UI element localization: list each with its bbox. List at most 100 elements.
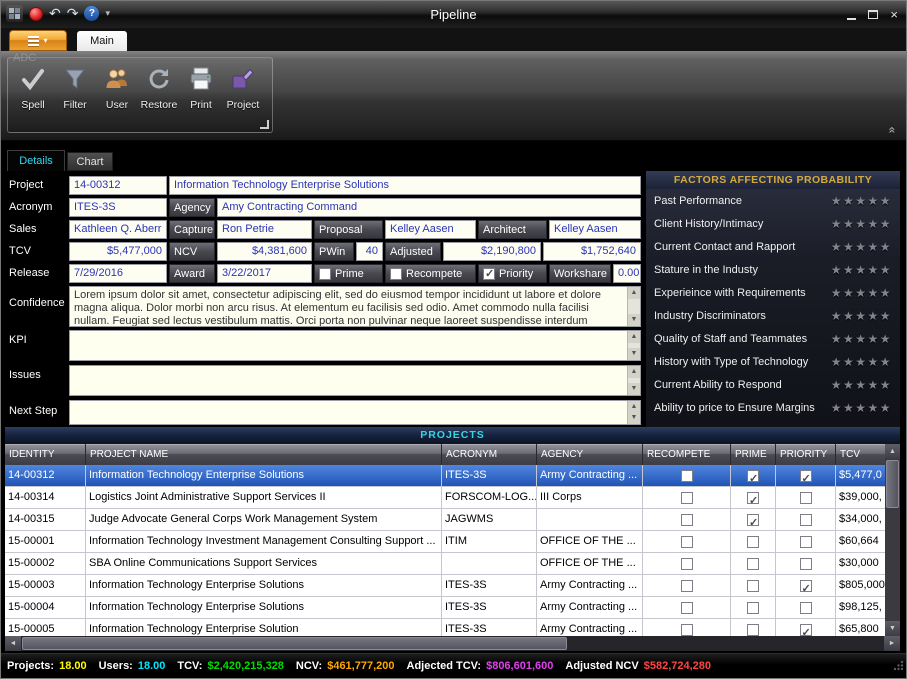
scroll-left-icon[interactable]: ◄	[5, 636, 21, 651]
table-row[interactable]: 15-00004 Information Technology Enterpri…	[5, 597, 885, 619]
workshare-field[interactable]: 0.00	[613, 264, 641, 283]
scroll-up-icon[interactable]: ▲	[628, 331, 640, 343]
kpi-textarea[interactable]: ▲▼	[69, 330, 641, 361]
column-header-tcv[interactable]: TCV	[836, 444, 885, 465]
priority-checkbox[interactable]	[800, 602, 812, 614]
star-rating[interactable]: ★★★★★	[831, 355, 892, 369]
confidence-scrollbar[interactable]: ▲▼	[627, 287, 640, 326]
scroll-up-icon[interactable]: ▲	[628, 366, 640, 378]
tcv-field[interactable]: $5,477,000	[69, 242, 167, 261]
ribbon-collapse-icon[interactable]: «	[887, 127, 899, 134]
project-name-field[interactable]: Information Technology Enterprise Soluti…	[169, 176, 641, 195]
table-row[interactable]: 14-00312 Information Technology Enterpri…	[5, 465, 885, 487]
ncv-field[interactable]: $4,381,600	[217, 242, 312, 261]
tab-details[interactable]: Details	[7, 150, 65, 171]
scroll-down-icon[interactable]: ▼	[885, 621, 900, 636]
print-button[interactable]: Print	[180, 61, 222, 129]
proposal-field[interactable]: Kelley Aasen	[385, 220, 476, 239]
recompete-checkbox[interactable]	[681, 602, 693, 614]
recompete-checkbox[interactable]: Recompete	[385, 264, 476, 283]
prime-checkbox[interactable]	[747, 580, 759, 592]
prime-checkbox[interactable]: Prime	[314, 264, 383, 283]
table-row[interactable]: 15-00002 SBA Online Communications Suppo…	[5, 553, 885, 575]
award-date-field[interactable]: 3/22/2017	[217, 264, 312, 283]
tab-chart[interactable]: Chart	[67, 152, 113, 171]
recompete-checkbox[interactable]	[681, 624, 693, 636]
priority-checkbox[interactable]	[800, 470, 812, 482]
next-step-textarea[interactable]: ▲▼	[69, 400, 641, 425]
sales-field[interactable]: Kathleen Q. Aberr	[69, 220, 167, 239]
column-header-priority[interactable]: PRIORITY	[776, 444, 836, 465]
priority-checkbox[interactable]: Priority	[478, 264, 547, 283]
restore-button[interactable]: Restore	[138, 61, 180, 129]
project-id-field[interactable]: 14-00312	[69, 176, 167, 195]
project-button[interactable]: Project	[222, 61, 264, 129]
scroll-right-icon[interactable]: ►	[884, 636, 900, 651]
recompete-checkbox-box[interactable]	[390, 268, 402, 280]
scroll-up-icon[interactable]: ▲	[628, 287, 640, 299]
agency-field[interactable]: Amy Contracting Command	[217, 198, 641, 217]
scroll-down-icon[interactable]: ▼	[628, 314, 640, 326]
star-rating[interactable]: ★★★★★	[831, 217, 892, 231]
column-header-recompete[interactable]: RECOMPETE	[643, 444, 731, 465]
priority-checkbox[interactable]	[800, 514, 812, 526]
prime-checkbox[interactable]	[747, 602, 759, 614]
confidence-textarea[interactable]: Lorem ipsum dolor sit amet, consectetur …	[69, 286, 641, 327]
hscroll-thumb[interactable]	[22, 637, 567, 650]
user-button[interactable]: User	[96, 61, 138, 129]
priority-checkbox[interactable]	[800, 580, 812, 592]
prime-checkbox[interactable]	[747, 514, 759, 526]
table-row[interactable]: 15-00001 Information Technology Investme…	[5, 531, 885, 553]
priority-checkbox[interactable]	[800, 536, 812, 548]
kpi-scrollbar[interactable]: ▲▼	[627, 331, 640, 360]
scroll-up-icon[interactable]: ▲	[885, 444, 900, 459]
prime-checkbox[interactable]	[747, 492, 759, 504]
scroll-down-icon[interactable]: ▼	[628, 348, 640, 360]
acronym-field[interactable]: ITES-3S	[69, 198, 167, 217]
recompete-checkbox[interactable]	[681, 558, 693, 570]
priority-checkbox[interactable]	[800, 558, 812, 570]
filter-button[interactable]: Filter	[54, 61, 96, 129]
adjusted-ncv-field[interactable]: $1,752,640	[543, 242, 641, 261]
issues-scrollbar[interactable]: ▲▼	[627, 366, 640, 395]
application-menu-button[interactable]: ▾	[9, 30, 67, 51]
star-rating[interactable]: ★★★★★	[831, 240, 892, 254]
column-header-identity[interactable]: IDENTITY	[5, 444, 86, 465]
prime-checkbox[interactable]	[747, 558, 759, 570]
scroll-down-icon[interactable]: ▼	[628, 383, 640, 395]
next-step-scrollbar[interactable]: ▲▼	[627, 401, 640, 424]
issues-textarea[interactable]: ▲▼	[69, 365, 641, 396]
architect-field[interactable]: Kelley Aasen	[549, 220, 641, 239]
prime-checkbox[interactable]	[747, 624, 759, 636]
table-vertical-scrollbar[interactable]: ▲ ▼	[885, 444, 900, 636]
table-row[interactable]: 15-00005 Information Technology Enterpri…	[5, 619, 885, 636]
capture-field[interactable]: Ron Petrie	[217, 220, 312, 239]
priority-checkbox[interactable]	[800, 492, 812, 504]
priority-checkbox[interactable]	[800, 624, 812, 636]
recompete-checkbox[interactable]	[681, 580, 693, 592]
recompete-checkbox[interactable]	[681, 514, 693, 526]
star-rating[interactable]: ★★★★★	[831, 263, 892, 277]
minimize-button[interactable]	[847, 18, 856, 20]
recompete-checkbox[interactable]	[681, 492, 693, 504]
table-horizontal-scrollbar[interactable]: ◄ ►	[5, 636, 900, 651]
prime-checkbox[interactable]	[747, 536, 759, 548]
adjusted-tcv-field[interactable]: $2,190,800	[443, 242, 541, 261]
column-header-agency[interactable]: AGENCY	[537, 444, 643, 465]
recompete-checkbox[interactable]	[681, 470, 693, 482]
table-row[interactable]: 14-00315 Judge Advocate General Corps Wo…	[5, 509, 885, 531]
ribbon-tab-main[interactable]: Main	[77, 31, 127, 51]
table-row[interactable]: 14-00314 Logistics Joint Administrative …	[5, 487, 885, 509]
table-row[interactable]: 15-00003 Information Technology Enterpri…	[5, 575, 885, 597]
scroll-down-icon[interactable]: ▼	[628, 412, 640, 424]
star-rating[interactable]: ★★★★★	[831, 309, 892, 323]
priority-checkbox-box[interactable]	[483, 268, 495, 280]
release-date-field[interactable]: 7/29/2016	[69, 264, 167, 283]
spell-button[interactable]: Spell	[12, 61, 54, 129]
recompete-checkbox[interactable]	[681, 536, 693, 548]
star-rating[interactable]: ★★★★★	[831, 378, 892, 392]
column-header-name[interactable]: PROJECT NAME	[86, 444, 442, 465]
column-header-acronym[interactable]: ACRONYM	[442, 444, 537, 465]
star-rating[interactable]: ★★★★★	[831, 286, 892, 300]
column-header-prime[interactable]: PRIME	[731, 444, 776, 465]
